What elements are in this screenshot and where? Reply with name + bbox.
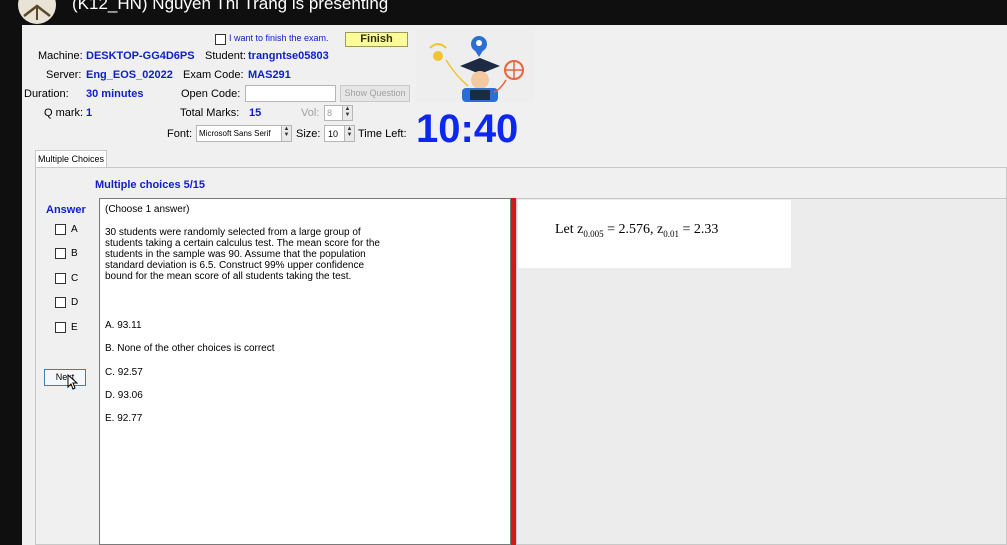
question-stem-line: students in the sample was 90. Assume th… (105, 249, 366, 260)
question-stem-line: standard deviation is 6.5. Construct 99%… (105, 260, 365, 271)
formula-image: Let z0.005 = 2.576, z0.01 = 2.33 (518, 200, 791, 268)
formula-text: Let z0.005 = 2.576, z0.01 = 2.33 (555, 222, 719, 239)
choice-a: A. 93.11 (105, 320, 142, 331)
vol-spinner[interactable]: 8 ▲ ▼ (324, 105, 353, 121)
question-instruction: (Choose 1 answer) (105, 204, 190, 215)
question-stem-line: 30 students were randomly selected from … (105, 227, 361, 238)
answer-option-a[interactable]: A (55, 224, 78, 235)
question-text-box[interactable]: (Choose 1 answer) 30 students were rando… (99, 198, 511, 545)
font-label: Font: (167, 128, 193, 140)
next-button[interactable]: Next (44, 369, 86, 386)
answer-a-label: A (71, 224, 78, 236)
open-code-label: Open Code: (181, 88, 241, 100)
answer-c-label: C (71, 273, 79, 285)
open-code-input[interactable] (245, 85, 336, 102)
presenter-title: (K12_HN) Nguyen Thi Trang is presenting (72, 0, 389, 13)
answer-e-checkbox[interactable] (55, 322, 66, 333)
answer-c-checkbox[interactable] (55, 273, 66, 284)
finish-exam-checkbox[interactable] (215, 34, 226, 45)
server-label: Server: (46, 69, 82, 81)
vol-value: 8 (327, 108, 333, 118)
choice-e: E. 92.77 (105, 413, 143, 424)
answer-b-checkbox[interactable] (55, 248, 66, 259)
total-marks-value: 15 (249, 107, 262, 119)
answer-e-label: E (71, 322, 78, 334)
duration-value: 30 minutes (86, 88, 144, 100)
student-label: Student: (205, 50, 246, 62)
vol-label: Vol: (301, 107, 320, 119)
answer-a-checkbox[interactable] (55, 224, 66, 235)
exam-code-value: MAS291 (248, 69, 291, 81)
presenter-avatar (18, 0, 56, 24)
answer-option-d[interactable]: D (55, 297, 78, 308)
vol-spinner-arrows-icon[interactable]: ▲ ▼ (342, 106, 352, 120)
size-value: 10 (328, 129, 339, 139)
font-selector-arrows-icon[interactable]: ▲ ▼ (281, 126, 291, 141)
exam-client-window: I want to finish the exam. Finish Machin… (22, 25, 1007, 545)
qmark-value: 1 (86, 107, 93, 119)
machine-value: DESKTOP-GG4D6PS (86, 50, 195, 62)
countdown-timer: 10:40 (416, 107, 519, 151)
meeting-top-bar: (K12_HN) Nguyen Thi Trang is presenting (0, 0, 1007, 25)
choice-c: C. 92.57 (105, 367, 143, 378)
choice-d: D. 93.06 (105, 390, 143, 401)
question-stem-line: bound for the mean score of all students… (105, 271, 352, 282)
tab-multiple-choices[interactable]: Multiple Choices (35, 150, 107, 168)
total-marks-label: Total Marks: (180, 107, 240, 119)
answer-option-e[interactable]: E (55, 322, 78, 333)
answer-option-c[interactable]: C (55, 273, 78, 284)
question-progress-title: Multiple choices 5/15 (95, 179, 206, 191)
finish-exam-label: I want to finish the exam. (229, 33, 329, 43)
mouse-cursor-icon (67, 373, 79, 395)
answer-b-label: B (71, 248, 78, 260)
graduate-illustration (416, 30, 534, 102)
qmark-label: Q mark: (44, 107, 84, 119)
size-label: Size: (296, 128, 321, 140)
student-value: trangntse05803 (248, 50, 329, 62)
question-stem-line: students taking a certain calculus test.… (105, 238, 380, 249)
answer-d-checkbox[interactable] (55, 297, 66, 308)
question-stem: 30 students were randomly selected from … (105, 227, 380, 282)
show-question-button[interactable]: Show Question (340, 85, 410, 102)
server-value: Eng_EOS_02022 (86, 69, 173, 81)
font-selector[interactable]: Microsoft Sans Serif ▲ ▼ (196, 125, 292, 142)
time-left-label: Time Left: (358, 128, 407, 140)
answer-d-label: D (71, 297, 79, 309)
exam-code-label: Exam Code: (183, 69, 244, 81)
answer-header: Answer (46, 204, 86, 216)
font-value: Microsoft Sans Serif (199, 129, 271, 138)
duration-label: Duration: (24, 88, 69, 100)
answer-option-b[interactable]: B (55, 248, 78, 259)
size-spinner-arrows-icon[interactable]: ▲ ▼ (344, 126, 354, 141)
size-spinner[interactable]: 10 ▲ ▼ (324, 125, 355, 142)
finish-button[interactable]: Finish (345, 32, 408, 47)
choice-b: B. None of the other choices is correct (105, 343, 275, 354)
machine-label: Machine: (38, 50, 83, 62)
